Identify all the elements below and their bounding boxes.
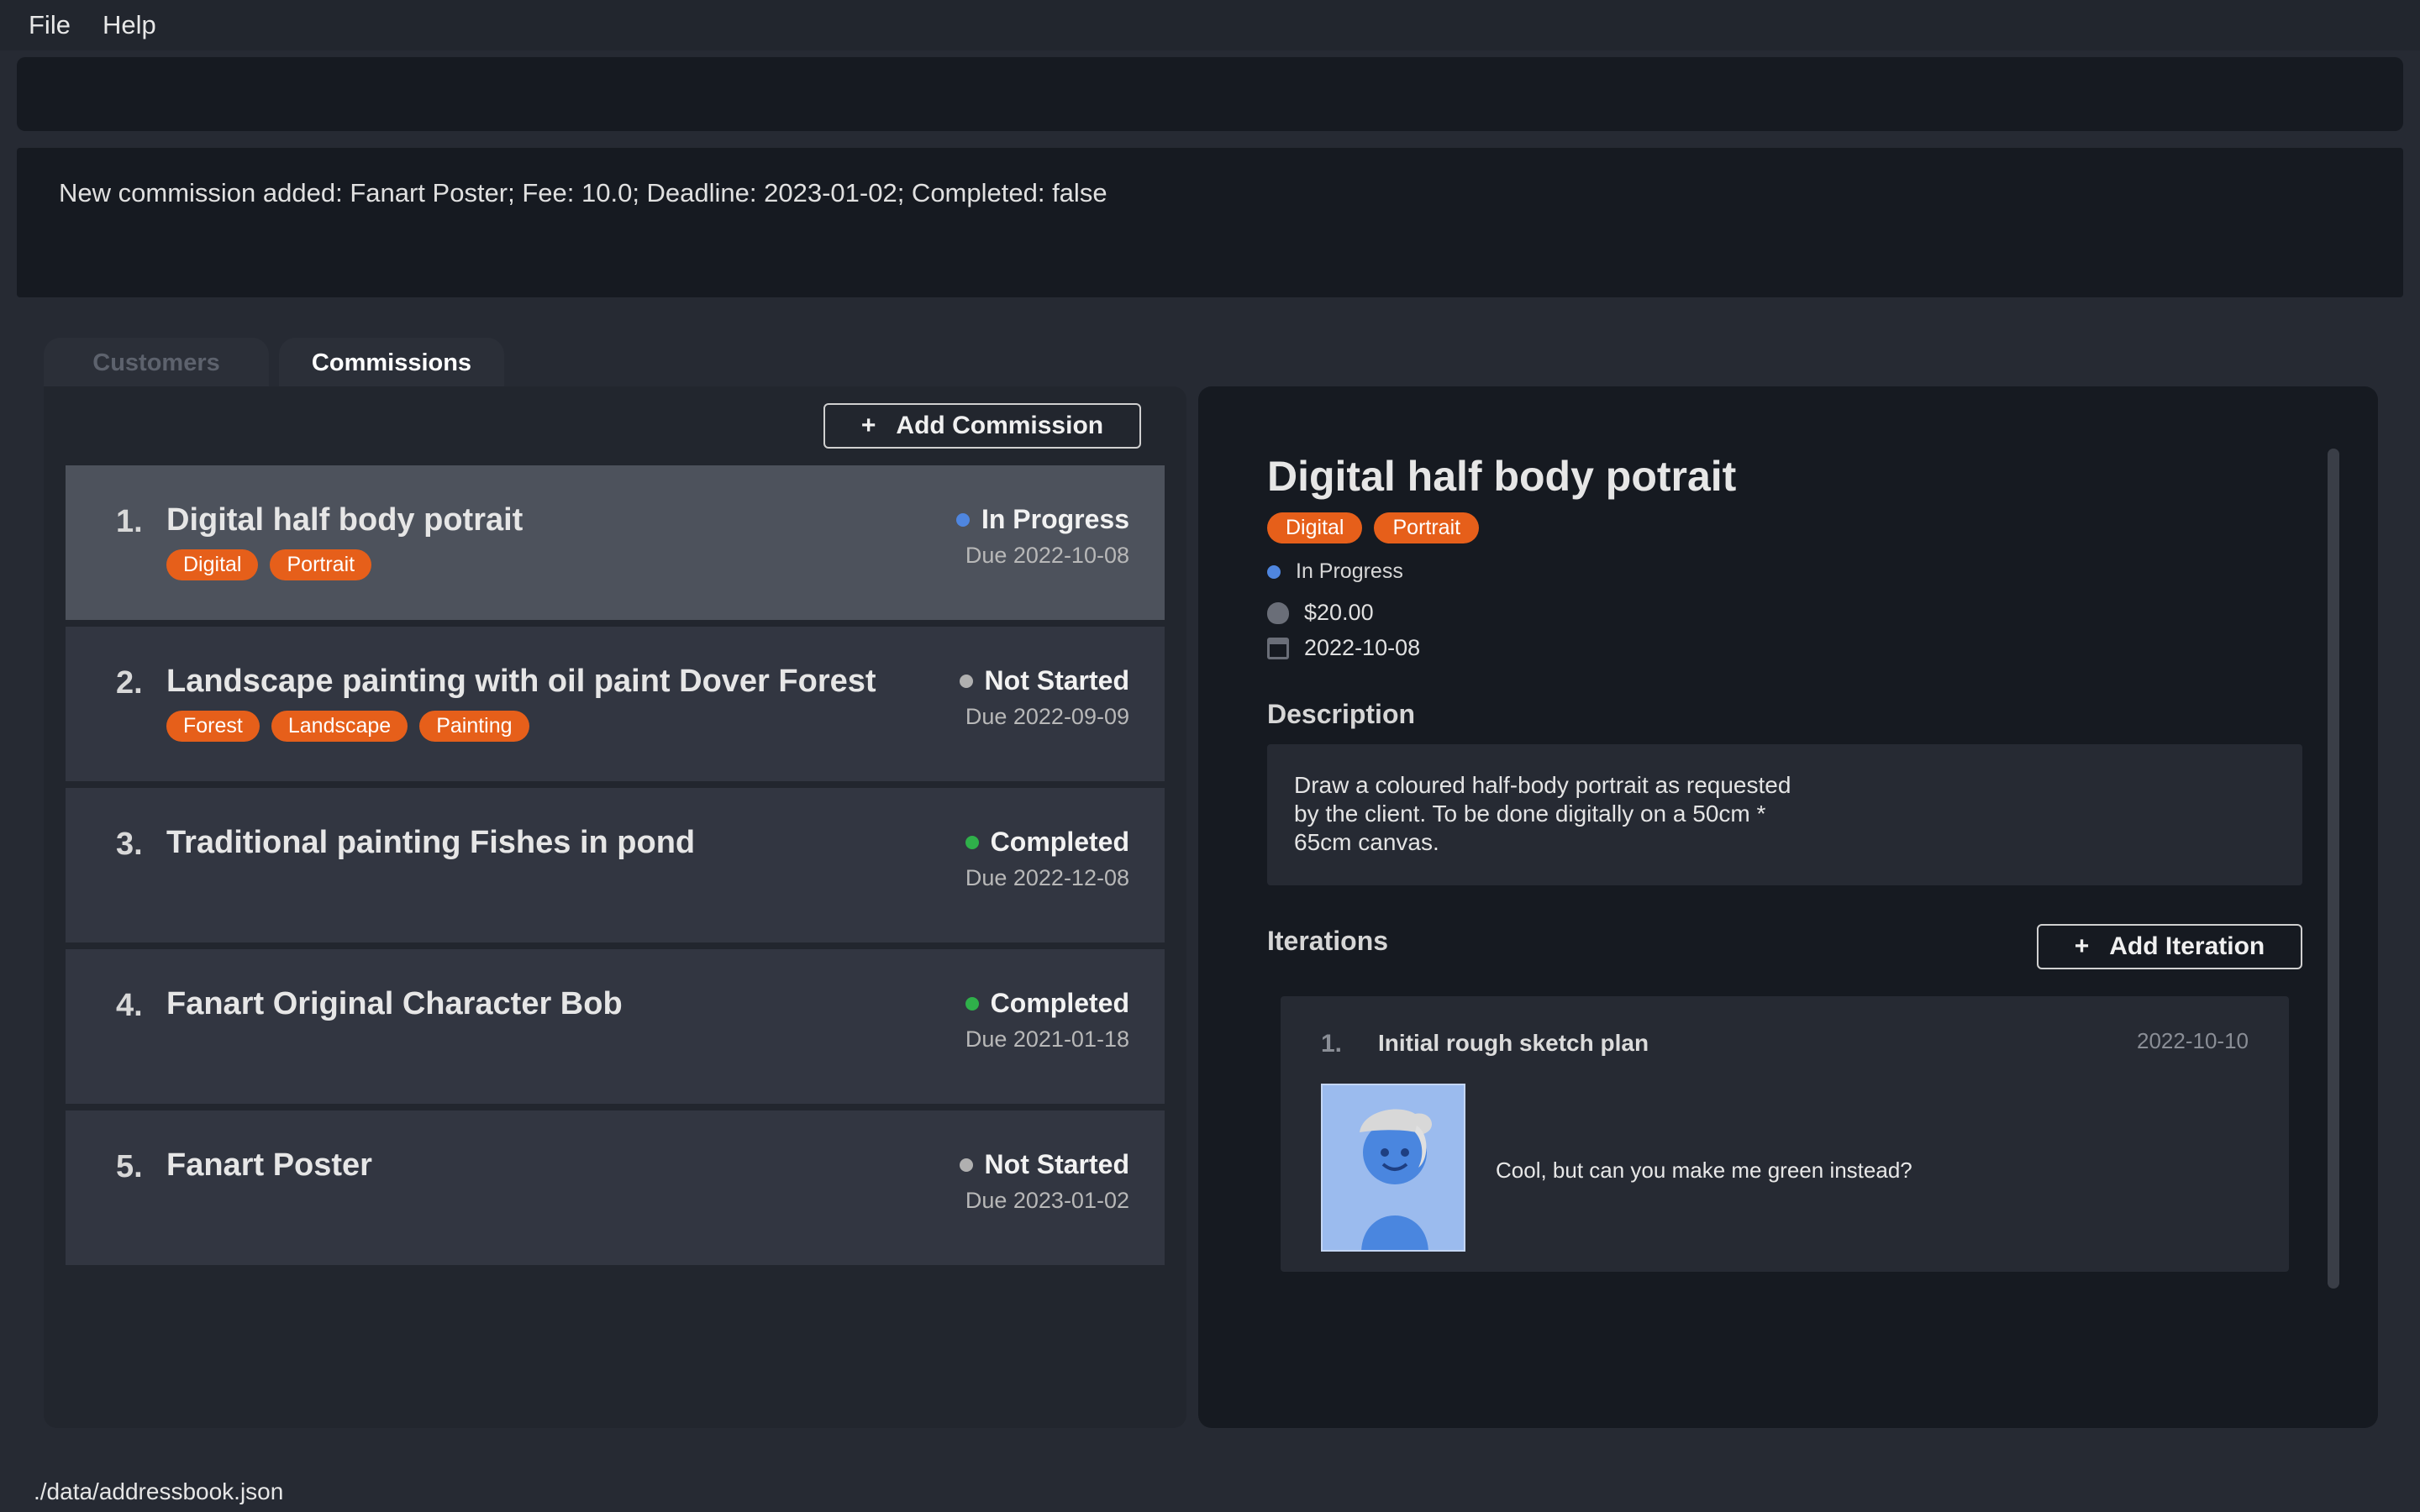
tag: Portrait: [1374, 512, 1480, 543]
money-bag-icon: [1267, 601, 1289, 624]
tag: Digital: [1267, 512, 1363, 543]
result-display: New commission added: Fanart Poster; Fee…: [17, 148, 2403, 297]
add-commission-button[interactable]: + Add Commission: [823, 403, 1141, 449]
status-label: Not Started: [984, 1149, 1129, 1179]
commission-card[interactable]: 1. Digital half body potrait Digital Por…: [66, 465, 1165, 620]
commission-title: Landscape painting with oil paint Dover …: [166, 664, 876, 699]
tab-customers[interactable]: Customers: [44, 338, 269, 388]
commission-detail-panel: Digital half body potrait Digital Portra…: [1198, 386, 2378, 1428]
menu-help[interactable]: Help: [103, 10, 156, 40]
commission-index: 1.: [116, 504, 143, 539]
commission-index: 4.: [116, 988, 143, 1023]
status-dot-icon: [965, 996, 979, 1011]
commission-status: Completed: [965, 827, 1129, 858]
tag: Digital: [166, 549, 259, 580]
deadline-value: 2022-10-08: [1304, 635, 1421, 660]
detail-title: Digital half body potrait: [1267, 453, 1737, 500]
commission-card[interactable]: 4. Fanart Original Character Bob Complet…: [66, 949, 1165, 1104]
status-label: Completed: [990, 827, 1129, 857]
commission-tags: Digital Portrait: [166, 549, 372, 580]
tag: Painting: [419, 711, 529, 742]
tag: Landscape: [271, 711, 408, 742]
commission-card[interactable]: 2. Landscape painting with oil paint Dov…: [66, 627, 1165, 781]
commission-index: 5.: [116, 1149, 143, 1184]
iteration-title: Initial rough sketch plan: [1378, 1030, 1649, 1056]
menu-bar: File Help: [0, 0, 2420, 50]
status-dot-icon: [959, 674, 973, 688]
commission-status: Not Started: [959, 1149, 1129, 1180]
add-iteration-button[interactable]: + Add Iteration: [2037, 924, 2302, 969]
command-input[interactable]: [17, 57, 2403, 131]
plus-icon: +: [2074, 932, 2090, 960]
iteration-image[interactable]: [1321, 1084, 1465, 1252]
detail-deadline: 2022-10-08: [1267, 635, 1420, 661]
commission-card[interactable]: 3. Traditional painting Fishes in pond C…: [66, 788, 1165, 942]
commission-index: 3.: [116, 827, 143, 862]
status-label: Completed: [990, 988, 1129, 1018]
data-file-path: ./data/addressbook.json: [34, 1478, 284, 1504]
commission-due: Due 2023-01-02: [965, 1188, 1129, 1213]
detail-tags: Digital Portrait: [1267, 512, 1480, 543]
tag: Portrait: [270, 549, 372, 580]
commission-title: Digital half body potrait: [166, 502, 523, 538]
menu-file[interactable]: File: [29, 10, 71, 40]
commission-card[interactable]: 5. Fanart Poster Not Started Due 2023-01…: [66, 1110, 1165, 1265]
commission-tags: Forest Landscape Painting: [166, 711, 529, 742]
tab-commissions[interactable]: Commissions: [279, 338, 504, 388]
detail-status: In Progress: [1267, 559, 1403, 584]
commission-status: Not Started: [959, 665, 1129, 696]
description-text: Draw a coloured half-body portrait as re…: [1294, 772, 1791, 855]
status-dot-icon: [965, 835, 979, 849]
commission-title: Traditional painting Fishes in pond: [166, 825, 696, 860]
add-commission-label: Add Commission: [896, 412, 1104, 439]
description-heading: Description: [1267, 699, 1416, 729]
commission-status: In Progress: [955, 504, 1129, 535]
commission-title: Fanart Poster: [166, 1147, 372, 1183]
status-bar: ./data/addressbook.json: [0, 1472, 2420, 1512]
status-dot-icon: [959, 1158, 973, 1172]
commission-due: Due 2022-12-08: [965, 865, 1129, 890]
fee-value: $20.00: [1304, 600, 1374, 625]
commission-due: Due 2022-09-09: [965, 704, 1129, 729]
iterations-heading: Iterations: [1267, 926, 1389, 956]
add-iteration-label: Add Iteration: [2109, 932, 2265, 960]
commission-list-panel: + Add Commission 1. Digital half body po…: [44, 386, 1186, 1428]
result-message: New commission added: Fanart Poster; Fee…: [59, 178, 1107, 207]
character-illustration-icon: [1323, 1085, 1464, 1250]
commission-due: Due 2022-10-08: [965, 543, 1129, 568]
commission-due: Due 2021-01-18: [965, 1026, 1129, 1052]
status-dot-icon: [955, 512, 970, 527]
plus-icon: +: [860, 412, 876, 439]
detail-status-label: In Progress: [1296, 559, 1403, 583]
iteration-date: 2022-10-10: [2137, 1028, 2249, 1053]
description-box: Draw a coloured half-body portrait as re…: [1267, 744, 2302, 885]
tag: Forest: [166, 711, 260, 742]
commission-title: Fanart Original Character Bob: [166, 986, 623, 1021]
commission-status: Completed: [965, 988, 1129, 1019]
iteration-card: 1. Initial rough sketch plan 2022-10-10 …: [1281, 996, 2289, 1272]
calendar-icon: [1267, 637, 1289, 659]
status-label: In Progress: [981, 504, 1129, 534]
status-label: Not Started: [984, 665, 1129, 696]
detail-scrollbar[interactable]: [2328, 449, 2339, 1289]
detail-fee: $20.00: [1267, 600, 1374, 626]
iteration-index: 1.: [1321, 1030, 1343, 1058]
commission-index: 2.: [116, 665, 143, 701]
iteration-comment: Cool, but can you make me green instead?: [1496, 1158, 1912, 1183]
status-dot-icon: [1267, 564, 1281, 579]
commission-list: 1. Digital half body potrait Digital Por…: [66, 465, 1165, 1272]
